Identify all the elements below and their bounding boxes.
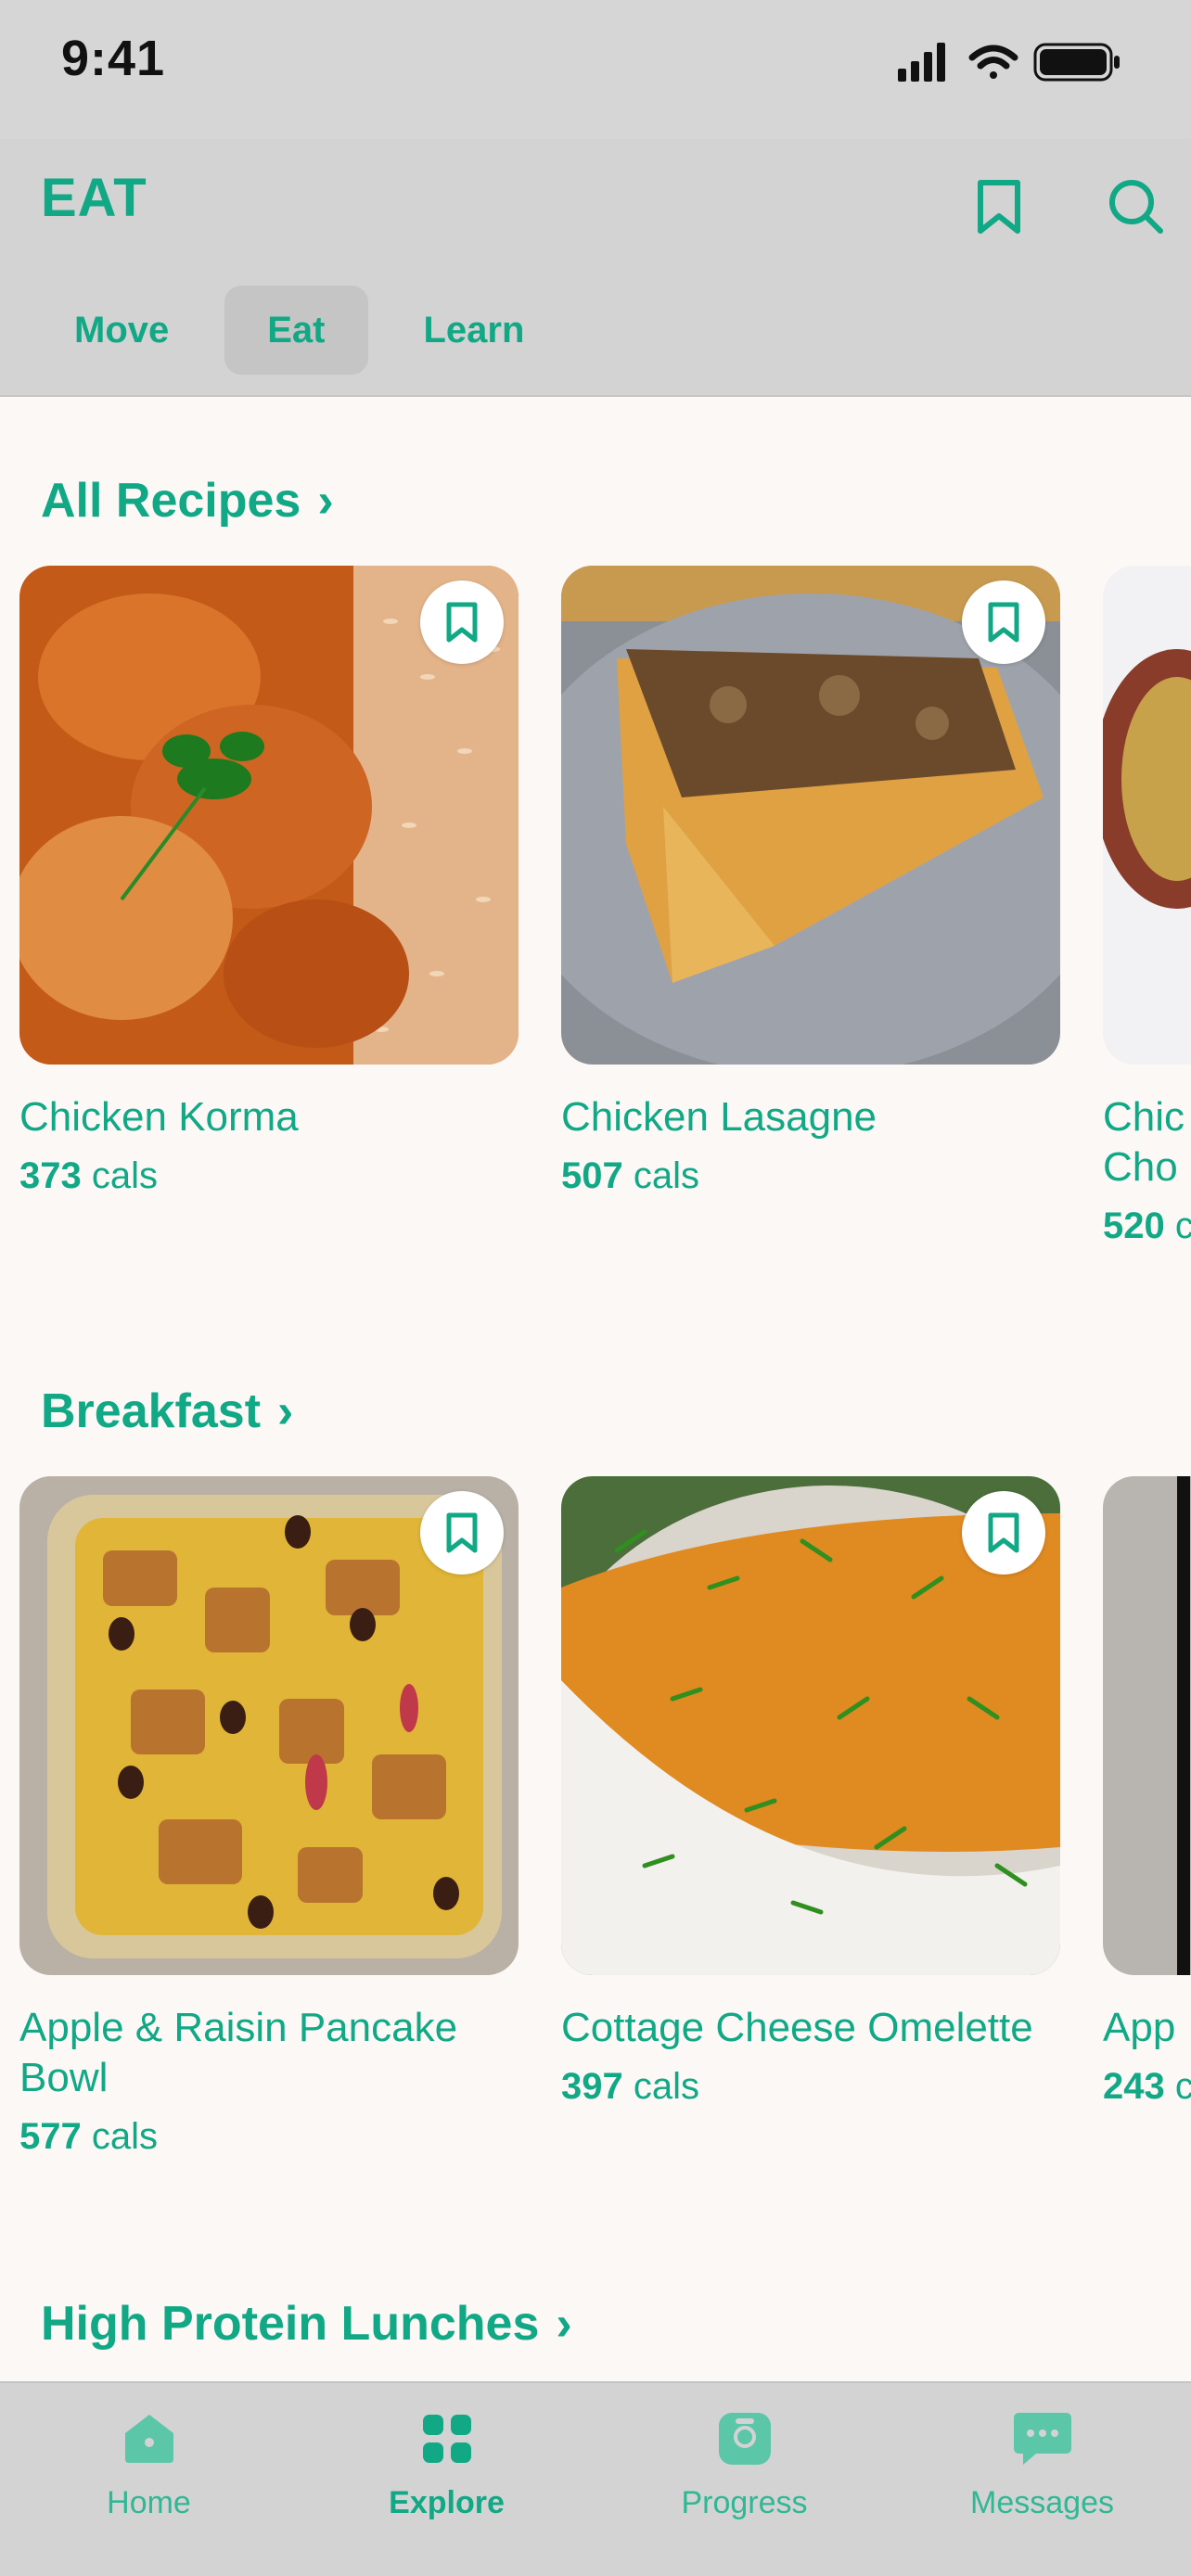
section-title-label: High Protein Lunches [41,2297,540,2351]
wifi-icon [968,45,1018,79]
tab-eat[interactable]: Eat [224,286,368,375]
recipe-calories: 520 c [1103,1205,1191,1246]
chat-icon [1013,2413,1071,2465]
recipe-calories: 507 cals [561,1155,700,1196]
recipe-calories: 243 c [1103,2066,1191,2107]
recipe-image-chicken-lasagne [561,566,1060,1065]
recipe-card[interactable]: Chicken Korma 373 cals [19,566,519,1247]
status-time: 9:41 [61,31,166,86]
chevron-right-icon: › [556,2297,572,2351]
save-recipe-button[interactable] [962,580,1045,664]
bottom-navigation: Home Explore Progress Messages [0,2381,1191,2576]
nav-label: Messages [970,2485,1114,2520]
bookmark-icon [446,1512,478,1553]
save-recipe-button[interactable] [962,1491,1045,1575]
section-title-all-recipes[interactable]: All Recipes › [41,473,334,529]
nav-explore[interactable]: Explore [298,2383,596,2576]
app-header: EAT Move Eat Learn [0,139,1191,397]
recipe-card[interactable]: App 243 c [1103,1476,1191,2158]
saved-bookmark-button[interactable] [957,165,1041,249]
status-bar: 9:41 [0,0,1191,139]
recipe-image-cottage-cheese-omelette [561,1476,1060,1975]
nav-label: Home [107,2485,191,2520]
recipe-name: Chic Cho [1103,1094,1185,1190]
recipe-calories: 397 cals [561,2066,700,2107]
battery-icon [1033,43,1120,82]
section-breakfast: Breakfast › Apple & Raisin Pancake Bowl … [0,1384,1191,2218]
nav-home[interactable]: Home [0,2383,298,2576]
section-title-label: Breakfast [41,1384,262,1438]
save-recipe-button[interactable] [420,1491,504,1575]
recipe-card[interactable]: Cottage Cheese Omelette 397 cals [561,1476,1060,2158]
bookmark-icon [988,1512,1019,1553]
recipe-image-partial [1103,566,1191,1065]
nav-progress[interactable]: Progress [596,2383,893,2576]
section-all-recipes: All Recipes › Chicken Korma 373 cals Chi… [0,473,1191,1307]
recipe-calories: 577 cals [19,2116,159,2157]
recipe-name: Chicken Korma [19,1094,299,1140]
recipe-card[interactable]: Chic Cho 520 c [1103,566,1191,1247]
section-title-label: All Recipes [41,474,301,528]
chevron-right-icon: › [277,1384,294,1438]
recipe-name: Apple & Raisin Pancake Bowl [19,2005,458,2100]
section-title-high-protein-lunches[interactable]: High Protein Lunches › [41,2296,572,2352]
recipe-card[interactable]: Apple & Raisin Pancake Bowl 577 cals [19,1476,519,2158]
section-high-protein-lunches: High Protein Lunches › [0,2296,1191,2381]
recipe-calories: 373 cals [19,1155,159,1196]
recipe-carousel[interactable]: Chicken Korma 373 cals Chicken Lasagne 5… [19,566,1191,1247]
grid-icon [422,2415,471,2463]
scale-icon [718,2413,771,2465]
recipe-carousel[interactable]: Apple & Raisin Pancake Bowl 577 cals Cot… [19,1476,1191,2158]
recipe-name: App [1103,2005,1176,2050]
nav-label: Explore [389,2485,505,2520]
signal-icon [898,43,945,82]
recipe-content: All Recipes › Chicken Korma 373 cals Chi… [0,399,1191,2381]
section-title-breakfast[interactable]: Breakfast › [41,1384,293,1439]
category-tabs: Move Eat Learn [46,286,567,375]
recipe-card[interactable]: Chicken Lasagne 507 cals [561,566,1060,1247]
home-icon [124,2415,173,2463]
recipe-image-partial [1103,1476,1191,1975]
search-button[interactable] [1095,165,1178,249]
bookmark-icon [988,602,1019,643]
page-title: EAT [41,168,147,228]
bookmark-icon [978,180,1020,234]
recipe-name: Cottage Cheese Omelette [561,2005,1033,2050]
save-recipe-button[interactable] [420,580,504,664]
recipe-image-chicken-korma [19,566,519,1065]
nav-label: Progress [681,2485,808,2520]
search-icon [1109,180,1163,234]
chevron-right-icon: › [317,474,334,528]
tab-move[interactable]: Move [46,286,211,375]
tab-learn[interactable]: Learn [381,286,568,375]
recipe-image-apple-raisin-pancake [19,1476,519,1975]
bookmark-icon [446,602,478,643]
status-icons [898,41,1126,83]
recipe-name: Chicken Lasagne [561,1094,877,1140]
nav-messages[interactable]: Messages [893,2383,1191,2576]
